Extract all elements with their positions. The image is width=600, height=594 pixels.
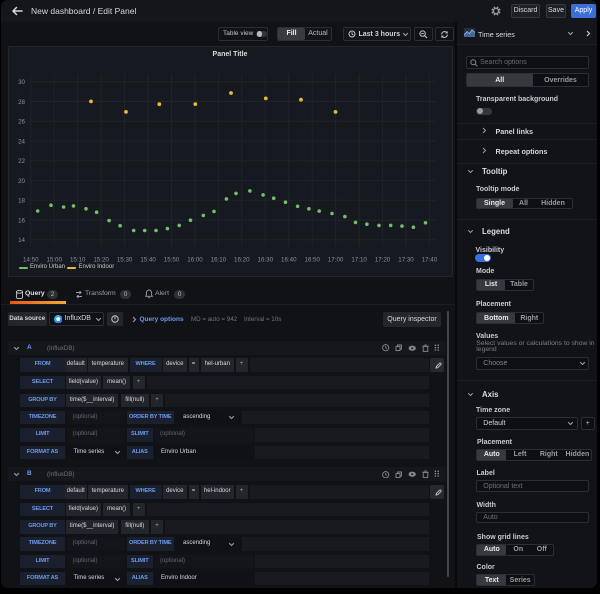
svg-text:18: 18: [18, 198, 25, 205]
svg-text:14:50: 14:50: [23, 256, 39, 263]
svg-text:17:40: 17:40: [422, 256, 438, 263]
svg-text:16:40: 16:40: [281, 256, 297, 263]
svg-text:17:10: 17:10: [351, 256, 367, 263]
svg-text:22: 22: [18, 158, 25, 165]
svg-text:24: 24: [18, 139, 25, 146]
svg-text:15:30: 15:30: [117, 256, 133, 263]
svg-text:15:00: 15:00: [46, 256, 62, 263]
svg-text:17:00: 17:00: [328, 256, 344, 263]
svg-text:17:20: 17:20: [375, 256, 391, 263]
svg-text:17:30: 17:30: [398, 256, 414, 263]
svg-text:16:20: 16:20: [234, 256, 250, 263]
svg-text:15:50: 15:50: [164, 256, 180, 263]
svg-text:15:40: 15:40: [140, 256, 156, 263]
svg-text:30: 30: [18, 79, 25, 86]
svg-text:20: 20: [18, 178, 25, 185]
svg-text:16: 16: [18, 218, 25, 225]
svg-text:28: 28: [18, 99, 25, 106]
svg-text:15:10: 15:10: [70, 256, 86, 263]
svg-text:16:10: 16:10: [211, 256, 227, 263]
svg-text:26: 26: [18, 119, 25, 126]
svg-text:16:00: 16:00: [187, 256, 203, 263]
svg-text:14: 14: [18, 237, 25, 244]
svg-text:16:30: 16:30: [258, 256, 274, 263]
svg-text:16:50: 16:50: [304, 256, 320, 263]
svg-text:15:20: 15:20: [93, 256, 109, 263]
